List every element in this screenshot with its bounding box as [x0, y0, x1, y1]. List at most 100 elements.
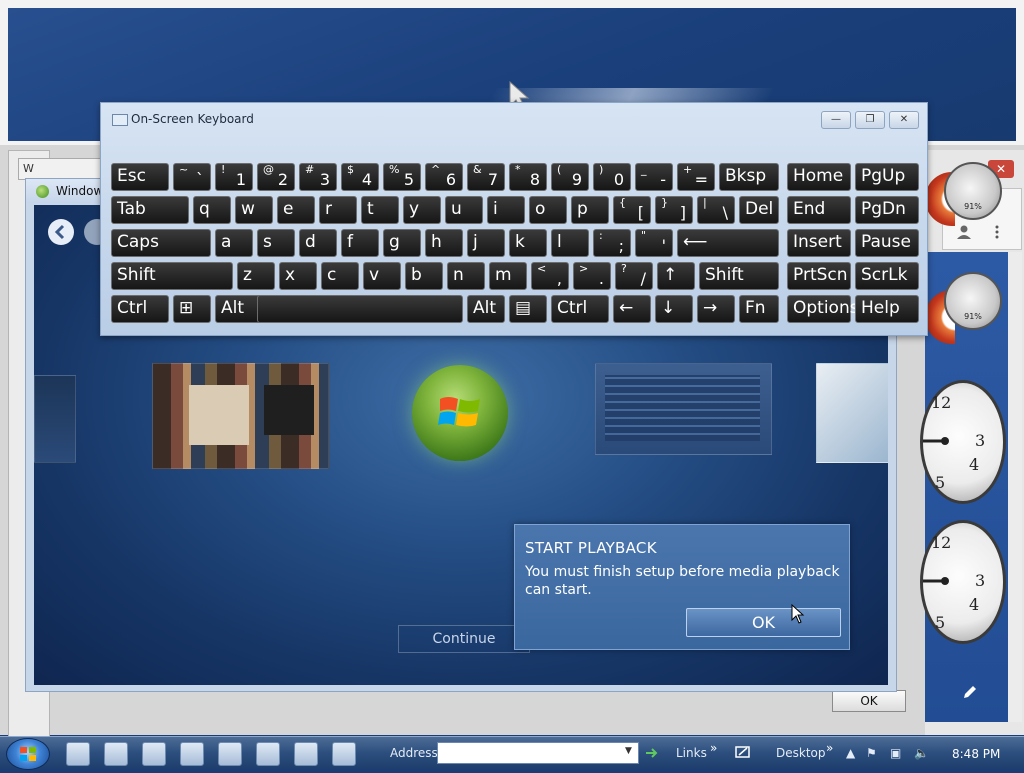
address-input[interactable] — [437, 742, 639, 764]
scrollbar[interactable] — [1008, 252, 1022, 722]
key-shift[interactable]: Shift — [111, 262, 233, 290]
key-pause[interactable]: Pause — [855, 229, 919, 257]
key-k[interactable]: k — [509, 229, 547, 257]
key-symbol[interactable]: ↑ — [657, 262, 695, 290]
key-symbol[interactable]: ~ ` — [173, 163, 211, 191]
key-5[interactable]: % 5 — [383, 163, 421, 191]
key-pgdn[interactable]: PgDn — [855, 196, 919, 224]
key-caps[interactable]: Caps — [111, 229, 211, 257]
key-symbol[interactable]: " ' — [635, 229, 673, 257]
key-symbol[interactable]: <, — [531, 262, 569, 290]
media-center-taskbar-icon[interactable] — [180, 742, 204, 766]
key-x[interactable]: x — [279, 262, 317, 290]
key-ctrl[interactable]: Ctrl — [551, 295, 609, 323]
key-help[interactable]: Help — [855, 295, 919, 323]
key-symbol[interactable]: :; — [593, 229, 631, 257]
key-3[interactable]: #3 — [299, 163, 337, 191]
key-n[interactable]: n — [447, 262, 485, 290]
key-a[interactable]: a — [215, 229, 253, 257]
key-symbol[interactable]: }] — [655, 196, 693, 224]
taskbar-app-icon[interactable] — [256, 742, 280, 766]
flag-icon[interactable]: ⚑ — [866, 746, 877, 760]
key-0[interactable]: ) 0 — [593, 163, 631, 191]
key-2[interactable]: @2 — [257, 163, 295, 191]
key-shift[interactable]: Shift — [699, 262, 779, 290]
taskbar-app-icon[interactable] — [104, 742, 128, 766]
key-symbol[interactable]: >. — [573, 262, 611, 290]
key-r[interactable]: r — [319, 196, 357, 224]
links-label[interactable]: Links — [676, 746, 707, 760]
key-1[interactable]: ! 1 — [215, 163, 253, 191]
taskbar-app-icon[interactable] — [66, 742, 90, 766]
key-symbol[interactable]: ? / — [615, 262, 653, 290]
taskbar-clock[interactable]: 8:48 PM — [952, 747, 1000, 761]
key-c[interactable]: c — [321, 262, 359, 290]
key-ctrl[interactable]: Ctrl — [111, 295, 169, 323]
internet-explorer-icon[interactable] — [218, 742, 242, 766]
chevron-down-icon[interactable]: ▼ — [625, 746, 632, 756]
key-esc[interactable]: Esc — [111, 163, 169, 191]
key-prtscn[interactable]: PrtScn — [787, 262, 851, 290]
key-symbol[interactable]: ← — [613, 295, 651, 323]
key-symbol[interactable]: ⟵ — [677, 229, 779, 257]
key-4[interactable]: $4 — [341, 163, 379, 191]
key-scrlk[interactable]: ScrLk — [855, 262, 919, 290]
key-fn[interactable]: Fn — [739, 295, 779, 323]
key-m[interactable]: m — [489, 262, 527, 290]
minimize-button[interactable]: — — [821, 111, 851, 129]
background-ok-button[interactable]: OK — [832, 690, 906, 712]
key-e[interactable]: e — [277, 196, 315, 224]
key-symbol[interactable]: → — [697, 295, 735, 323]
key-options[interactable]: Options — [787, 295, 859, 323]
key-symbol[interactable]: {[ — [613, 196, 651, 224]
key-pgup[interactable]: PgUp — [855, 163, 919, 191]
printer-icon[interactable] — [294, 742, 318, 766]
key-f[interactable]: f — [341, 229, 379, 257]
key-s[interactable]: s — [257, 229, 295, 257]
key-y[interactable]: y — [403, 196, 441, 224]
key-u[interactable]: u — [445, 196, 483, 224]
back-button[interactable] — [48, 219, 74, 245]
key-tab[interactable]: Tab — [111, 196, 189, 224]
key-space[interactable] — [257, 295, 463, 323]
key-symbol[interactable]: ▤ — [509, 295, 547, 323]
key-j[interactable]: j — [467, 229, 505, 257]
restore-button[interactable]: ❐ — [855, 111, 885, 129]
key-symbol[interactable]: _ - — [635, 163, 673, 191]
key-b[interactable]: b — [405, 262, 443, 290]
taskbar-app-icon[interactable] — [332, 742, 356, 766]
show-hidden-icons-icon[interactable]: ▲ — [846, 746, 855, 760]
key-del[interactable]: Del — [739, 196, 779, 224]
key-h[interactable]: h — [425, 229, 463, 257]
key-alt[interactable]: Alt — [467, 295, 505, 323]
chevron-right-icon[interactable]: » — [826, 741, 833, 755]
desktop-toolbar-icon[interactable] — [734, 744, 752, 762]
key-symbol[interactable]: | \ — [697, 196, 735, 224]
key-bksp[interactable]: Bksp — [719, 163, 779, 191]
media-tile-tv[interactable] — [34, 375, 76, 463]
key-end[interactable]: End — [787, 196, 851, 224]
key-symbol[interactable]: + = — [677, 163, 715, 191]
key-home[interactable]: Home — [787, 163, 851, 191]
key-q[interactable]: q — [193, 196, 231, 224]
continue-button[interactable]: Continue — [398, 625, 530, 653]
key-insert[interactable]: Insert — [787, 229, 851, 257]
key-9[interactable]: (9 — [551, 163, 589, 191]
key-8[interactable]: * 8 — [509, 163, 547, 191]
taskbar-app-icon[interactable] — [142, 742, 166, 766]
dialog-ok-button[interactable]: OK — [686, 608, 841, 637]
volume-icon[interactable]: 🔈 — [914, 746, 929, 760]
key-d[interactable]: d — [299, 229, 337, 257]
close-button[interactable]: ✕ — [889, 111, 919, 129]
go-arrow-icon[interactable] — [643, 744, 661, 762]
key-w[interactable]: w — [235, 196, 273, 224]
chevron-right-icon[interactable]: » — [710, 741, 717, 755]
key-v[interactable]: v — [363, 262, 401, 290]
media-tile-pictures[interactable] — [816, 363, 888, 463]
key-z[interactable]: z — [237, 262, 275, 290]
pencil-icon[interactable] — [962, 684, 978, 700]
key-p[interactable]: p — [571, 196, 609, 224]
key-7[interactable]: & 7 — [467, 163, 505, 191]
key-symbol[interactable]: ↓ — [655, 295, 693, 323]
key-6[interactable]: ^ 6 — [425, 163, 463, 191]
